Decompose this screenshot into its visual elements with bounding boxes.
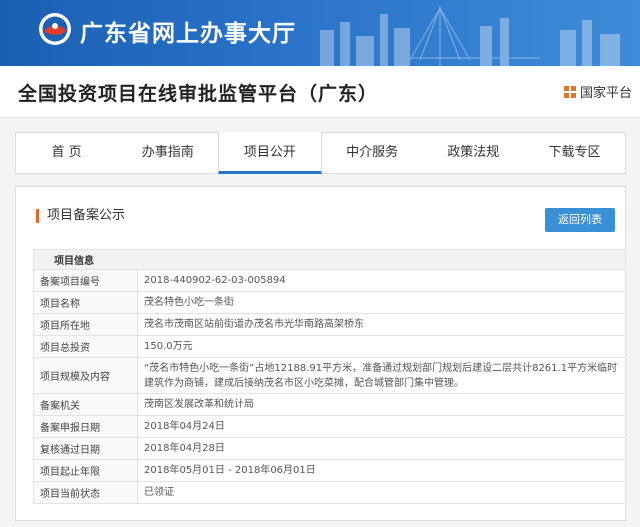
national-platform-label: 国家平台 [579,86,632,101]
table-row: 备案机关 茂南区发展改革和统计局 [33,393,626,416]
row-value: 已领证 [137,481,626,504]
row-label: 项目起止年限 [33,459,138,482]
nav-tab-policies[interactable]: 政策法规 [423,133,524,173]
row-value: 2018年04月28日 [137,437,626,460]
row-label: 项目总投资 [33,335,138,358]
section-title: 项目备案公示 [36,209,125,223]
table-row: 项目当前状态 已领证 [33,481,626,504]
table-row: 项目所在地 茂名市茂南区站前街道办茂名市光华南路高架桥东 [33,313,626,336]
filing-panel: 项目备案公示 返回列表 项目信息 备案项目编号 2018-440902-62-0… [15,186,626,521]
grid-icon [563,85,576,98]
platform-header: 全国投资项目在线审批监管平台（广东） 国家平台 [0,66,640,118]
row-label: 复核通过日期 [33,437,138,460]
row-value: 2018年05月01日 - 2018年06月01日 [137,459,626,482]
row-value: 150.0万元 [137,335,626,358]
nav-tab-downloads[interactable]: 下载专区 [524,133,625,173]
city-skyline-decoration [320,6,620,66]
row-label: 项目所在地 [33,313,138,336]
row-label: 项目名称 [33,291,138,314]
row-value: “茂名市特色小吃一条街”占地12188.91平方米，准备通过规划部门规划后建设二… [137,357,626,394]
platform-title: 全国投资项目在线审批监管平台（广东） [18,83,379,105]
emblem-logo-icon [39,13,71,45]
top-banner: 广东省网上办事大厅 [0,0,640,66]
nav-tab-intermediary-services[interactable]: 中介服务 [322,133,423,173]
row-label: 备案申报日期 [33,415,138,438]
back-to-list-button[interactable]: 返回列表 [545,208,615,232]
banner-title: 广东省网上办事大厅 [80,21,296,47]
project-info-table: 项目信息 备案项目编号 2018-440902-62-03-005894 项目名… [33,249,626,504]
table-row: 项目规模及内容 “茂名市特色小吃一条街”占地12188.91平方米，准备通过规划… [33,357,626,394]
table-row: 备案申报日期 2018年04月24日 [33,415,626,438]
nav-tab-home[interactable]: 首 页 [16,133,117,173]
table-row: 项目总投资 150.0万元 [33,335,626,358]
row-value: 茂名市茂南区站前街道办茂名市光华南路高架桥东 [137,313,626,336]
main-nav: 首 页 办事指南 项目公开 中介服务 政策法规 下载专区 [15,132,626,174]
row-value: 2018年04月24日 [137,415,626,438]
row-value: 茂名特色小吃一条街 [137,291,626,314]
national-platform-link[interactable]: 国家平台 [563,82,632,101]
table-row: 备案项目编号 2018-440902-62-03-005894 [33,269,626,292]
row-value: 2018-440902-62-03-005894 [137,269,626,292]
row-label: 备案项目编号 [33,269,138,292]
nav-tab-guide[interactable]: 办事指南 [117,133,218,173]
table-group-header: 项目信息 [33,249,626,270]
table-row: 项目起止年限 2018年05月01日 - 2018年06月01日 [33,459,626,482]
row-value: 茂南区发展改革和统计局 [137,393,626,416]
row-label: 备案机关 [33,393,138,416]
nav-tab-project-disclosure[interactable]: 项目公开 [218,132,322,174]
row-label: 项目规模及内容 [33,357,138,394]
table-row: 复核通过日期 2018年04月28日 [33,437,626,460]
row-label: 项目当前状态 [33,481,138,504]
table-row: 项目名称 茂名特色小吃一条街 [33,291,626,314]
